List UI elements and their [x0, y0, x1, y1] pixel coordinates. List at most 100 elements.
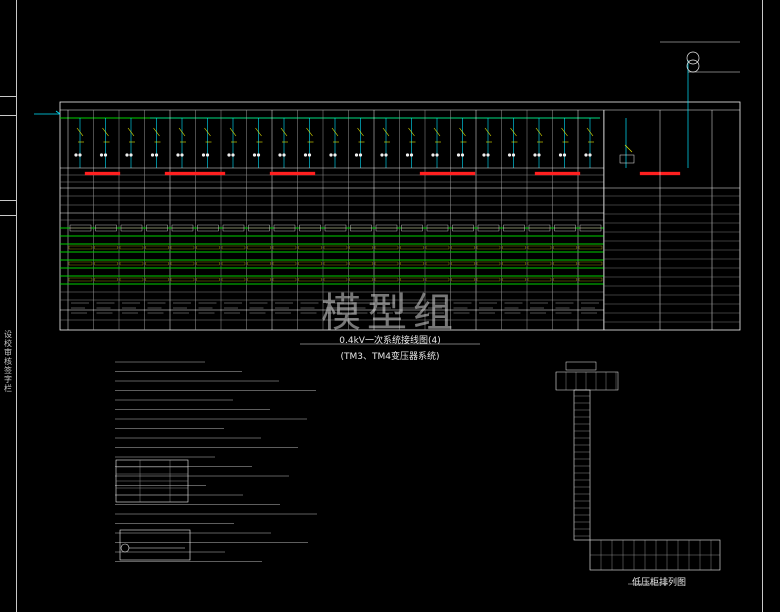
- cable-row-mark: [451, 245, 475, 250]
- cable-row-mark: [221, 261, 246, 266]
- cable-row-mark: [119, 245, 144, 250]
- ct-symbol: [405, 153, 410, 157]
- cable-row-mark: [323, 245, 348, 250]
- cable-row-mark: [578, 261, 603, 266]
- cable-row-mark: [349, 261, 373, 266]
- cable-row-mark: [425, 261, 450, 266]
- arrangement-column: [573, 389, 591, 541]
- cable-row-mark: [196, 261, 220, 266]
- cable-row-mark: [323, 261, 348, 266]
- cable-row-mark: [527, 261, 552, 266]
- ct-symbol: [125, 153, 129, 157]
- cable-row-mark: [374, 245, 399, 250]
- ct-symbol: [460, 153, 465, 157]
- ct-symbol: [431, 153, 435, 157]
- ct-symbol: [129, 153, 133, 157]
- ct-symbol: [256, 153, 261, 157]
- cable-row-mark: [476, 245, 501, 250]
- watermark: 模型组: [321, 290, 459, 336]
- ct-symbol: [282, 153, 286, 157]
- cable-row-mark: [272, 245, 297, 250]
- cable-row-mark: [247, 261, 271, 266]
- ct-symbol: [558, 153, 563, 157]
- cable-row-mark: [68, 261, 93, 266]
- ct-symbol: [154, 153, 159, 157]
- cable-row-mark: [145, 261, 169, 266]
- ct-symbol: [562, 153, 567, 157]
- ct-symbol: [307, 153, 312, 157]
- ct-symbol: [201, 153, 206, 157]
- ct-symbol: [150, 153, 155, 157]
- cable-row-mark: [400, 245, 424, 250]
- arrangement-top-block: [555, 371, 619, 391]
- red-header-marker: [84, 171, 121, 176]
- ct-symbol: [456, 153, 461, 157]
- drawing-subtitle: (TM3、TM4变压器系统): [340, 352, 440, 362]
- incomer-meter: [619, 154, 635, 164]
- ct-symbol: [78, 153, 82, 157]
- cable-row-mark: [349, 245, 373, 250]
- drawing-canvas: 设 校 审 核 签 字 栏 模型组 0.4kV一次系统接线图(4) (TM3、T…: [0, 0, 780, 612]
- notes-circuit-symbol: [120, 543, 130, 553]
- ct-symbol: [74, 153, 78, 157]
- cable-row-mark: [170, 261, 195, 266]
- ct-symbol: [252, 153, 257, 157]
- ct-symbol: [537, 153, 541, 157]
- cable-row-mark: [553, 245, 577, 250]
- ct-symbol: [231, 153, 235, 157]
- cable-row-mark: [247, 245, 271, 250]
- ct-symbol: [103, 153, 108, 157]
- ct-symbol: [511, 153, 516, 157]
- ct-symbol: [384, 153, 388, 157]
- cable-row-mark: [374, 261, 399, 266]
- ct-symbol: [358, 153, 363, 157]
- ct-symbol: [333, 153, 337, 157]
- cable-row-mark: [578, 245, 603, 250]
- red-header-marker: [164, 171, 226, 176]
- ct-symbol: [278, 153, 282, 157]
- cable-row-mark: [94, 261, 118, 266]
- cable-row-mark: [119, 261, 144, 266]
- ct-symbol: [482, 153, 486, 157]
- arrangement-header: [565, 361, 597, 371]
- ct-symbol: [205, 153, 210, 157]
- ct-symbol: [99, 153, 104, 157]
- cable-row-mark: [451, 261, 475, 266]
- ct-symbol: [533, 153, 537, 157]
- ct-symbol: [354, 153, 359, 157]
- ct-symbol: [409, 153, 414, 157]
- incoming-feed-arrow: [55, 110, 61, 115]
- drawing-title: 0.4kV一次系统接线图(4): [339, 336, 441, 346]
- ct-symbol: [435, 153, 439, 157]
- cable-row-mark: [221, 245, 246, 250]
- ct-symbol: [227, 153, 231, 157]
- cable-row-mark: [196, 245, 220, 250]
- ct-symbol: [588, 153, 592, 157]
- cable-row-mark: [170, 245, 195, 250]
- cable-row-mark: [527, 245, 552, 250]
- cable-row-mark: [502, 261, 526, 266]
- cable-row-mark: [553, 261, 577, 266]
- cable-row-mark: [272, 261, 297, 266]
- notes-circuit-sketch: [119, 529, 191, 561]
- cable-row-mark: [425, 245, 450, 250]
- cable-row-mark: [298, 261, 322, 266]
- ct-symbol: [507, 153, 512, 157]
- ct-symbol: [486, 153, 490, 157]
- red-header-marker: [269, 171, 316, 176]
- cable-row-mark: [145, 245, 169, 250]
- red-header-marker: [419, 171, 476, 176]
- ct-symbol: [380, 153, 384, 157]
- ct-symbol: [584, 153, 588, 157]
- red-header-marker: [534, 171, 581, 176]
- cable-row-mark: [400, 261, 424, 266]
- cabinet-arrangement-caption: 低压柜排列图: [632, 578, 687, 588]
- ct-symbol: [329, 153, 333, 157]
- cable-row-mark: [68, 245, 93, 250]
- ct-symbol: [303, 153, 308, 157]
- cable-row-mark: [298, 245, 322, 250]
- cable-row-mark: [94, 245, 118, 250]
- ct-symbol: [180, 153, 184, 157]
- ct-symbol: [176, 153, 180, 157]
- cable-row-mark: [476, 261, 501, 266]
